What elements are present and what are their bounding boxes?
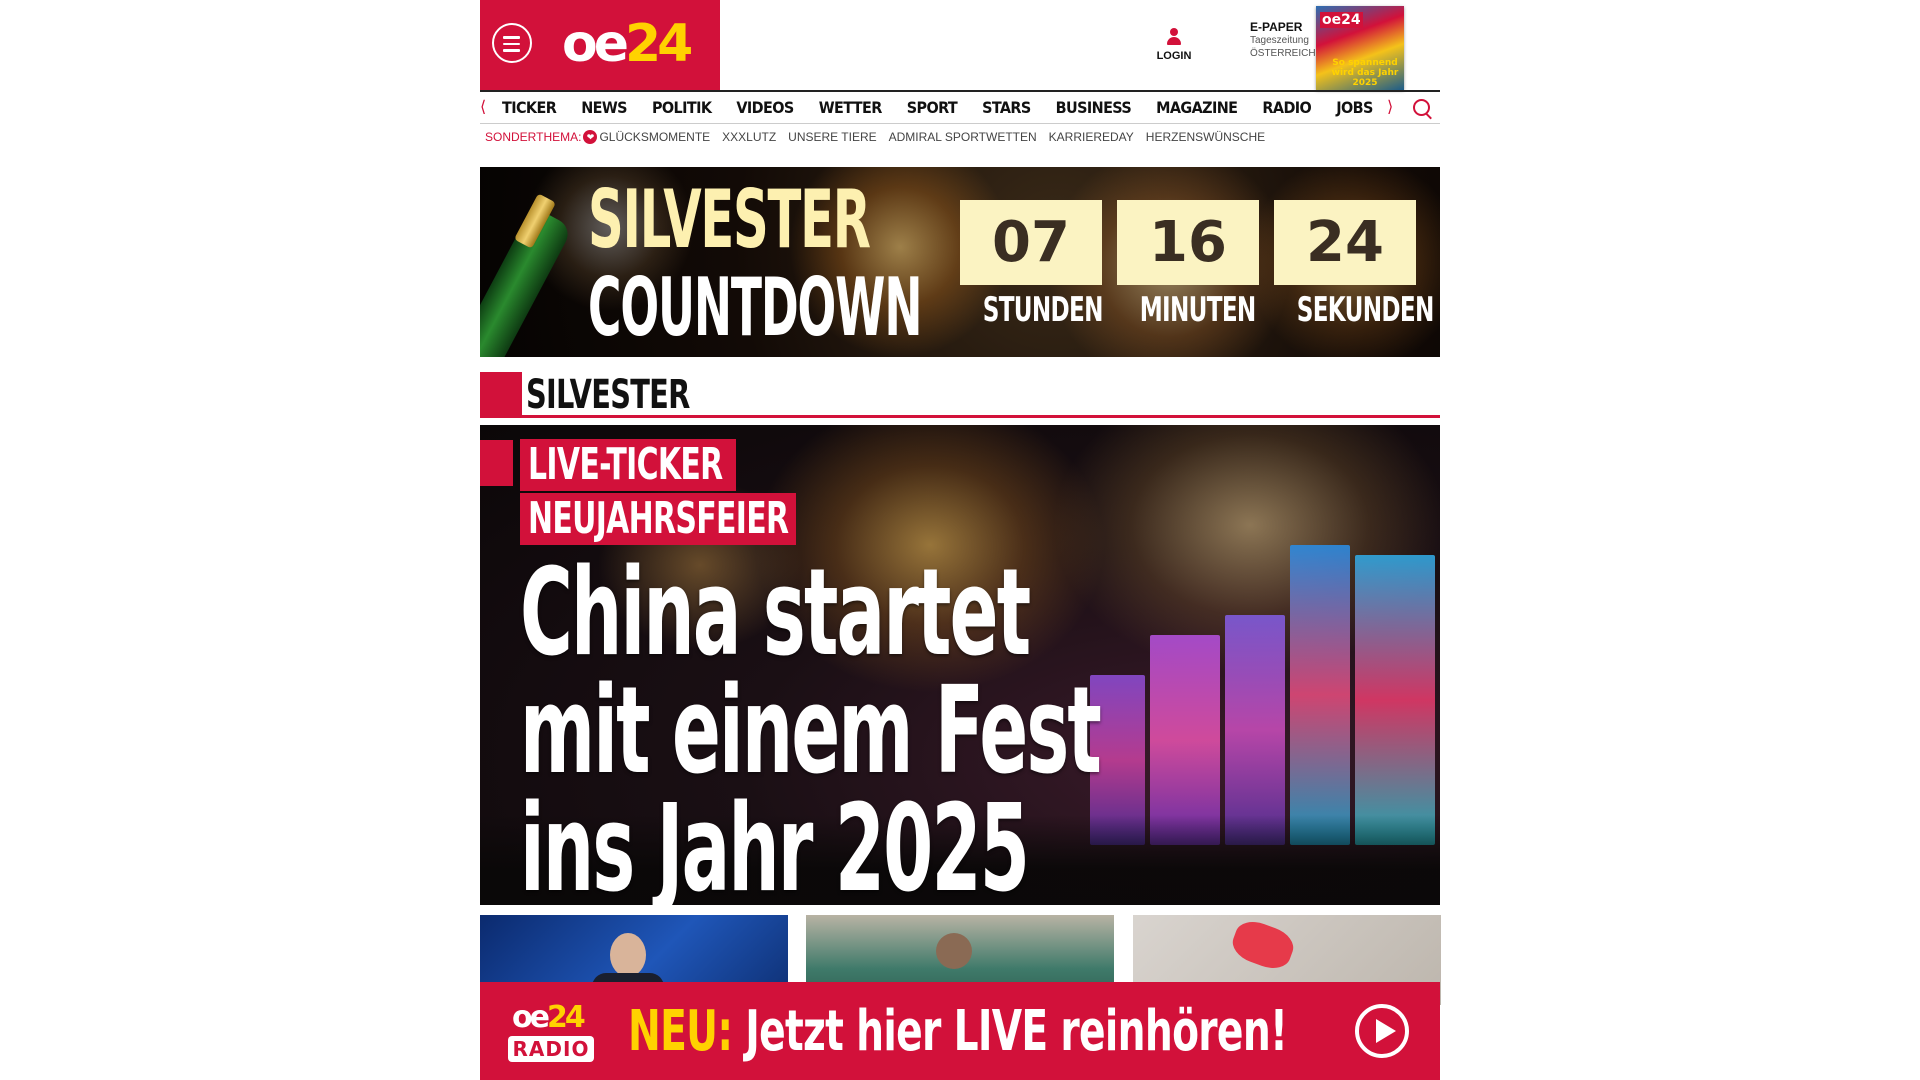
- subnav-link[interactable]: UNSERE TIERE: [788, 130, 876, 144]
- countdown-banner[interactable]: SILVESTER COUNTDOWN 07 16 24 STUNDEN MIN…: [480, 167, 1440, 357]
- menu-icon[interactable]: [492, 23, 532, 63]
- hero-tag-live: LIVE-TICKER: [520, 439, 736, 491]
- countdown-minutes-label: MINUTEN: [1139, 290, 1257, 330]
- subnav-link[interactable]: HERZENSWÜNSCHE: [1146, 130, 1265, 144]
- nav-item-politik[interactable]: POLITIK: [652, 92, 712, 124]
- main-nav: ⟨ TICKER NEWS POLITIK VIDEOS WETTER SPORT STAR…: [480, 90, 1440, 124]
- site-logo[interactable]: oe24: [562, 14, 693, 74]
- building-lights: [1225, 615, 1285, 845]
- hero-accent-bar: [480, 440, 513, 486]
- nav-item-news[interactable]: NEWS: [581, 92, 627, 124]
- countdown-seconds-label: SEKUNDEN: [1296, 290, 1435, 330]
- subnav-link[interactable]: KARRIEREDAY: [1049, 130, 1134, 144]
- epaper-cover-image[interactable]: oe24 So spannend wird das Jahr 2025: [1316, 6, 1404, 90]
- building-lights: [1355, 555, 1435, 845]
- hero-article[interactable]: LIVE-TICKER NEUJAHRSFEIER China startet …: [480, 425, 1440, 905]
- page: oe24 LOGIN E-PAPER Tageszeitung ÖSTERREI…: [480, 0, 1441, 1080]
- nav-item-jobs[interactable]: JOBS: [1336, 92, 1373, 124]
- search-icon[interactable]: [1413, 99, 1430, 116]
- nav-item-radio[interactable]: RADIO: [1262, 92, 1311, 124]
- subnav-label: SONDERTHEMA:: [485, 130, 582, 144]
- section-title[interactable]: SILVESTER: [526, 372, 690, 418]
- countdown-minutes: 16: [1117, 200, 1259, 285]
- subnav-link[interactable]: GLÜCKSMOMENTE: [599, 130, 710, 144]
- building-lights: [1290, 545, 1350, 845]
- epaper-line1: Tageszeitung: [1250, 35, 1309, 46]
- person-figure: [936, 933, 972, 969]
- login-button[interactable]: LOGIN: [1154, 26, 1194, 62]
- epaper-cover-logo: oe24: [1320, 12, 1363, 28]
- epaper-cover-headline: So spannend wird das Jahr 2025: [1331, 58, 1399, 88]
- nav-items: TICKER NEWS POLITIK VIDEOS WETTER SPORT STARS B…: [502, 92, 1398, 124]
- countdown-seconds: 24: [1274, 200, 1416, 285]
- header-logo-block: oe24: [480, 0, 720, 90]
- epaper-title: E-PAPER: [1250, 20, 1303, 34]
- hero-headline[interactable]: China startet mit einem Fest ins Jahr 20…: [520, 554, 1102, 906]
- play-icon[interactable]: [1355, 1004, 1409, 1058]
- countdown-title-2: COUNTDOWN: [588, 261, 922, 354]
- epaper-link[interactable]: E-PAPER Tageszeitung ÖSTERREICH: [1250, 20, 1316, 60]
- nav-item-stars[interactable]: STARS: [982, 92, 1031, 124]
- countdown-title-1: SILVESTER: [588, 173, 871, 266]
- radio-logo: oe24 RADIO: [508, 1002, 598, 1066]
- hero-tag-topic: NEUJAHRSFEIER: [520, 493, 796, 545]
- nav-item-sport[interactable]: SPORT: [907, 92, 958, 124]
- heart-icon: ❤: [583, 130, 598, 144]
- section-heading: SILVESTER: [480, 372, 1440, 418]
- object-figure: [1227, 915, 1299, 975]
- user-icon: [1165, 26, 1183, 48]
- nav-item-wetter[interactable]: WETTER: [819, 92, 883, 124]
- building-lights: [1150, 635, 1220, 845]
- countdown-hours-label: STUNDEN: [982, 290, 1104, 330]
- subnav-link[interactable]: XXXLUTZ: [722, 130, 776, 144]
- nav-item-magazine[interactable]: MAGAZINE: [1156, 92, 1238, 124]
- radio-cta-text: NEU: Jetzt hier LIVE reinhören!: [628, 999, 1288, 1064]
- subnav-link[interactable]: ADMIRAL SPORTWETTEN: [889, 130, 1037, 144]
- chevron-left-icon[interactable]: ⟨: [480, 97, 486, 116]
- section-accent-bar: [480, 372, 522, 415]
- radio-banner[interactable]: oe24 RADIO NEU: Jetzt hier LIVE reinhöre…: [480, 982, 1440, 1080]
- nav-item-videos[interactable]: VIDEOS: [736, 92, 794, 124]
- nav-item-business[interactable]: BUSINESS: [1056, 92, 1132, 124]
- epaper-line2: ÖSTERREICH: [1250, 48, 1316, 59]
- countdown-hours: 07: [960, 200, 1102, 285]
- nav-item-ticker[interactable]: TICKER: [502, 92, 557, 124]
- chevron-right-icon[interactable]: ⟩: [1387, 97, 1393, 116]
- person-figure: [610, 933, 646, 977]
- subnav: SONDERTHEMA: ❤ GLÜCKSMOMENTE XXXLUTZ UNSER…: [485, 128, 1277, 146]
- login-label: LOGIN: [1156, 50, 1192, 62]
